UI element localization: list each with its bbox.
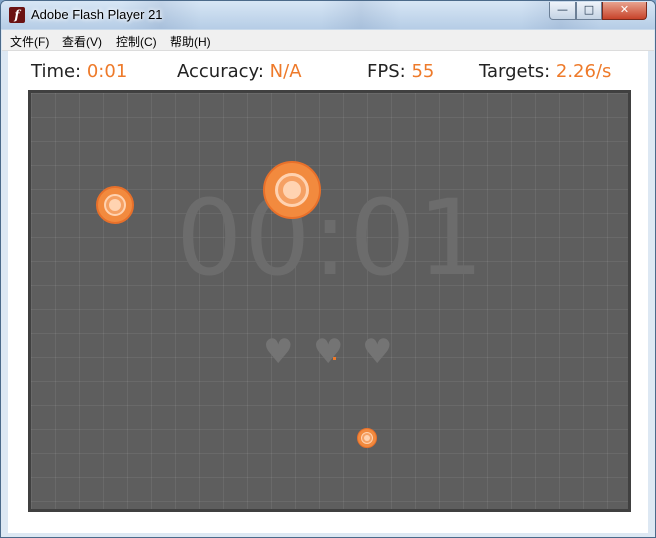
hud-targets-value: 2.26/s <box>555 61 612 82</box>
hud-targets-label: Targets: <box>479 61 551 82</box>
flash-player-window: f Adobe Flash Player 21 — □ ✕ 文件(F) 查看(V… <box>0 0 656 538</box>
game-arena[interactable]: 00:01 ♥ ♥ ♥ <box>28 90 631 512</box>
menu-bar: 文件(F) 查看(V) 控制(C) 帮助(H) <box>2 30 654 51</box>
menu-view[interactable]: 查看(V) <box>62 33 102 50</box>
close-button[interactable]: ✕ <box>602 2 647 20</box>
life-heart-icon: ♥ <box>263 332 294 372</box>
title-bar[interactable]: f Adobe Flash Player 21 — □ ✕ <box>1 1 655 29</box>
window-title: Adobe Flash Player 21 <box>31 7 163 22</box>
target-circle[interactable] <box>96 186 134 224</box>
menu-control[interactable]: 控制(C) <box>116 33 157 50</box>
menu-help[interactable]: 帮助(H) <box>170 33 211 50</box>
crosshair-icon <box>333 357 336 360</box>
flash-content: Time: 0:01 Accuracy: N/A FPS: 55 Targets… <box>8 51 648 533</box>
menu-file[interactable]: 文件(F) <box>10 33 49 50</box>
hud-fps-label: FPS: <box>367 61 406 82</box>
hud-time-value: 0:01 <box>86 61 128 82</box>
hud-accuracy: Accuracy: N/A <box>177 61 302 82</box>
hud-fps: FPS: 55 <box>367 61 434 82</box>
target-circle[interactable] <box>357 428 377 448</box>
life-heart-icon: ♥ <box>313 332 344 372</box>
big-timer: 00:01 <box>176 177 486 299</box>
hud-time: Time: 0:01 <box>31 61 127 82</box>
life-heart-icon: ♥ <box>362 332 393 372</box>
hud-accuracy-value: N/A <box>269 61 302 82</box>
minimize-button[interactable]: — <box>549 2 576 20</box>
hud-fps-value: 55 <box>411 61 435 82</box>
maximize-button[interactable]: □ <box>576 2 602 20</box>
hud-targets: Targets: 2.26/s <box>479 61 611 82</box>
hud-time-label: Time: <box>31 61 82 82</box>
hud-accuracy-label: Accuracy: <box>177 61 264 82</box>
flash-app-icon: f <box>9 7 25 23</box>
target-circle[interactable] <box>263 161 321 219</box>
